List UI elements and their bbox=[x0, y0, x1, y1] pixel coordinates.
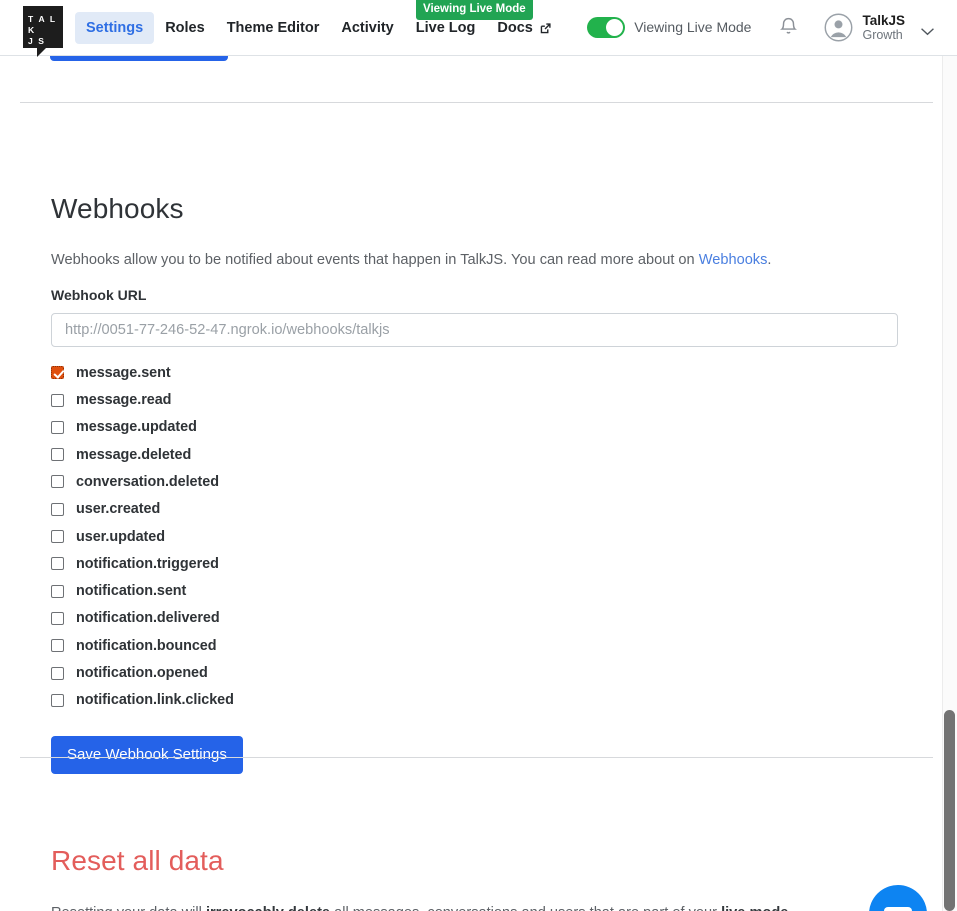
reset-text-3: . bbox=[788, 905, 792, 911]
live-mode-toggle[interactable]: Viewing Live Mode bbox=[587, 16, 752, 38]
reset-text-2: all messages, conversations and users th… bbox=[330, 905, 721, 911]
talkjs-logo-text: T A L KJ S bbox=[28, 13, 57, 46]
event-row-notification-opened[interactable]: notification.opened bbox=[51, 659, 898, 686]
avatar bbox=[824, 13, 853, 42]
webhooks-description-suffix: . bbox=[767, 252, 772, 268]
top-bar-right-cluster: Viewing Live Mode TalkJS Growth bbox=[587, 13, 935, 43]
live-mode-toggle-switch[interactable] bbox=[587, 16, 626, 38]
nav-label-live-log: Live Log bbox=[415, 19, 476, 36]
event-row-notification-delivered[interactable]: notification.delivered bbox=[51, 605, 898, 632]
webhooks-docs-link[interactable]: Webhooks bbox=[699, 252, 768, 268]
checkbox-notification-bounced[interactable] bbox=[51, 639, 64, 653]
webhooks-title: Webhooks bbox=[51, 193, 184, 224]
event-label-conversation-deleted: conversation.deleted bbox=[76, 473, 219, 490]
webhooks-description: Webhooks allow you to be notified about … bbox=[51, 250, 898, 271]
checkbox-conversation-deleted[interactable] bbox=[51, 475, 64, 489]
checkbox-notification-opened[interactable] bbox=[51, 666, 64, 680]
checkbox-user-updated[interactable] bbox=[51, 530, 64, 544]
event-row-message-sent[interactable]: message.sent bbox=[51, 359, 898, 386]
webhooks-section: Webhooks Webhooks allow you to be notifi… bbox=[51, 193, 898, 775]
page-scrollbar[interactable] bbox=[942, 56, 957, 911]
nav-item-roles[interactable]: Roles bbox=[154, 12, 216, 44]
live-mode-badge: Viewing Live Mode bbox=[416, 0, 533, 20]
settings-page-body: Webhooks Webhooks allow you to be notifi… bbox=[0, 56, 957, 911]
user-meta: TalkJS Growth bbox=[862, 13, 905, 43]
webhooks-description-prefix: Webhooks allow you to be notified about … bbox=[51, 252, 699, 268]
user-plan: Growth bbox=[862, 28, 903, 43]
nav-label-roles: Roles bbox=[165, 19, 205, 36]
scrollbar-thumb[interactable] bbox=[944, 710, 955, 911]
event-row-message-updated[interactable]: message.updated bbox=[51, 414, 898, 441]
webhook-url-input[interactable] bbox=[51, 313, 898, 348]
section-divider-bottom bbox=[20, 757, 933, 758]
event-row-notification-bounced[interactable]: notification.bounced bbox=[51, 632, 898, 659]
event-row-notification-triggered[interactable]: notification.triggered bbox=[51, 550, 898, 577]
reset-text-bold-2: live mode bbox=[721, 905, 788, 911]
checkbox-notification-sent[interactable] bbox=[51, 584, 64, 598]
event-label-user-created: user.created bbox=[76, 501, 161, 518]
event-label-message-sent: message.sent bbox=[76, 364, 171, 381]
event-label-message-deleted: message.deleted bbox=[76, 446, 192, 463]
checkbox-message-read[interactable] bbox=[51, 393, 64, 407]
nav-item-theme-editor[interactable]: Theme Editor bbox=[216, 12, 331, 44]
reset-text-1: Resetting your data will bbox=[51, 905, 206, 911]
checkbox-message-deleted[interactable] bbox=[51, 448, 64, 462]
nav-label-theme-editor: Theme Editor bbox=[226, 19, 320, 36]
checkbox-message-updated[interactable] bbox=[51, 420, 64, 434]
checkbox-notification-triggered[interactable] bbox=[51, 557, 64, 571]
event-label-notification-bounced: notification.bounced bbox=[76, 637, 217, 654]
logo-speech-bubble-tail bbox=[37, 46, 47, 57]
reset-text-bold-1: irrevocably delete bbox=[206, 905, 330, 911]
nav-label-activity: Activity bbox=[341, 19, 394, 36]
nav-item-activity[interactable]: Activity bbox=[330, 12, 404, 44]
event-row-message-deleted[interactable]: message.deleted bbox=[51, 441, 898, 468]
webhook-url-label: Webhook URL bbox=[51, 287, 147, 304]
save-webhook-settings-button[interactable]: Save Webhook Settings bbox=[51, 736, 243, 775]
talkjs-logo[interactable]: T A L KJ S bbox=[23, 5, 63, 57]
event-label-notification-triggered: notification.triggered bbox=[76, 555, 219, 572]
event-label-message-read: message.read bbox=[76, 392, 172, 409]
event-row-conversation-deleted[interactable]: conversation.deleted bbox=[51, 468, 898, 495]
event-label-message-updated: message.updated bbox=[76, 419, 197, 436]
user-name: TalkJS bbox=[862, 12, 905, 28]
clipped-top-button[interactable] bbox=[50, 56, 228, 61]
toggle-knob bbox=[606, 18, 624, 36]
event-label-notification-link-clicked: notification.link.clicked bbox=[76, 692, 234, 709]
event-row-user-created[interactable]: user.created bbox=[51, 496, 898, 523]
checkbox-message-sent[interactable] bbox=[51, 366, 64, 380]
external-link-icon bbox=[539, 22, 552, 35]
event-row-notification-sent[interactable]: notification.sent bbox=[51, 578, 898, 605]
live-mode-toggle-label: Viewing Live Mode bbox=[634, 19, 752, 36]
nav-label-docs: Docs bbox=[497, 19, 533, 36]
event-label-notification-delivered: notification.delivered bbox=[76, 610, 220, 627]
event-label-notification-opened: notification.opened bbox=[76, 665, 208, 682]
nav-label-settings: Settings bbox=[86, 19, 144, 36]
event-label-user-updated: user.updated bbox=[76, 528, 165, 545]
checkbox-user-created[interactable] bbox=[51, 502, 64, 516]
nav-item-settings[interactable]: Settings bbox=[75, 11, 155, 44]
reset-all-data-title: Reset all data bbox=[51, 845, 224, 876]
notifications-button[interactable] bbox=[779, 16, 798, 38]
bell-icon bbox=[780, 18, 798, 35]
checkbox-notification-delivered[interactable] bbox=[51, 611, 64, 625]
chat-launcher-button[interactable] bbox=[869, 885, 927, 911]
user-menu[interactable]: TalkJS Growth bbox=[824, 13, 935, 43]
event-label-notification-sent: notification.sent bbox=[76, 583, 187, 600]
section-divider-top bbox=[20, 102, 933, 103]
chat-bubble-icon bbox=[884, 907, 912, 911]
reset-all-data-section: Reset all data Resetting your data will … bbox=[51, 845, 792, 911]
event-row-message-read[interactable]: message.read bbox=[51, 386, 898, 413]
checkbox-notification-link-clicked[interactable] bbox=[51, 693, 64, 707]
chevron-down-icon[interactable] bbox=[920, 23, 935, 36]
reset-all-data-description: Resetting your data will irrevocably del… bbox=[51, 903, 792, 911]
event-row-user-updated[interactable]: user.updated bbox=[51, 523, 898, 550]
webhook-events-list: message.sent message.read message.update… bbox=[51, 359, 898, 714]
event-row-notification-link-clicked[interactable]: notification.link.clicked bbox=[51, 687, 898, 714]
top-navigation-bar: T A L KJ S Settings Roles Theme Editor A… bbox=[0, 0, 957, 57]
